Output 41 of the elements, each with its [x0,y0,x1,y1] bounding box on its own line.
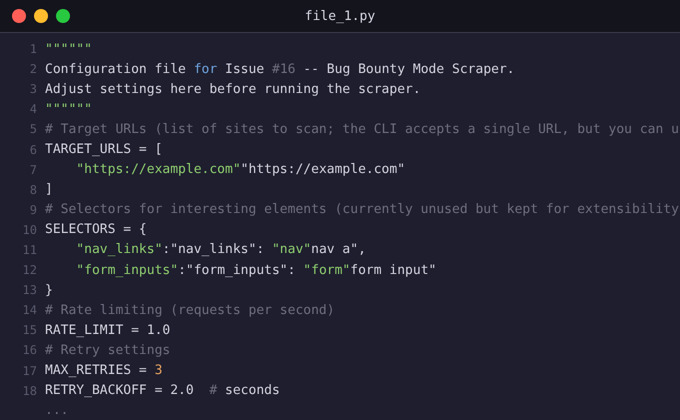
line-number: 4 [28,102,38,116]
code-line: "form_inputs":"form_inputs": "form"form input" [75,262,436,278]
code-line: # Target URLs (list of sites to scan; the CLI accepts a single URL, but you can u [45,122,679,137]
code-line: Configuration file for Issue #16 -- Bug Bounty Mode Scraper. [45,62,515,77]
code-line: "nav_links":"nav_links": "nav"nav a", [75,242,366,258]
line-number: 2 [28,62,38,76]
line-number: 16 [22,343,38,358]
code-line: """""" [45,102,92,117]
window-title: file_1.py [304,8,376,24]
code-line: } [45,282,53,298]
line-number: 12 [22,263,38,278]
line-number: 13 [22,283,38,298]
line-number: 9 [28,202,38,217]
line-number: 10 [22,222,38,237]
minimize-window-button[interactable] [34,9,48,23]
code-line: RETRY_BACKOFF = 2.0 # seconds [45,383,280,398]
code-line: Adjust settings here before running the scraper. [45,82,421,97]
line-number: 14 [22,303,38,318]
line-number: 5 [28,122,38,136]
code-line: """""" [45,42,92,57]
code-line: # Rate limiting (requests per second) [45,302,335,318]
code-line: # Selectors for interesting elements (currently unused but kept for extensibility [45,202,679,218]
line-number: 3 [28,82,38,96]
line-number: 1 [28,42,38,56]
code-line: ] [45,182,53,198]
code-line: TARGET_URLS = [ [45,142,162,158]
line-number: 6 [28,142,38,157]
close-window-button[interactable] [12,9,26,23]
code-line: "https://example.com""https://example.com" [75,162,406,178]
line-number: 15 [22,323,38,338]
code-line: # Retry settings [45,342,170,358]
code-line: ... [45,403,68,418]
code-line: SELECTORS = { [45,222,147,238]
line-number: 17 [22,364,38,378]
line-number: 11 [22,242,38,257]
line-number: 7 [28,162,38,177]
code-line: RATE_LIMIT = 1.0 [45,322,170,338]
line-number: 18 [22,384,38,398]
code-line: MAX_RETRIES = 3 [45,363,162,378]
line-number: 8 [28,182,38,197]
zoom-window-button[interactable] [56,9,70,23]
